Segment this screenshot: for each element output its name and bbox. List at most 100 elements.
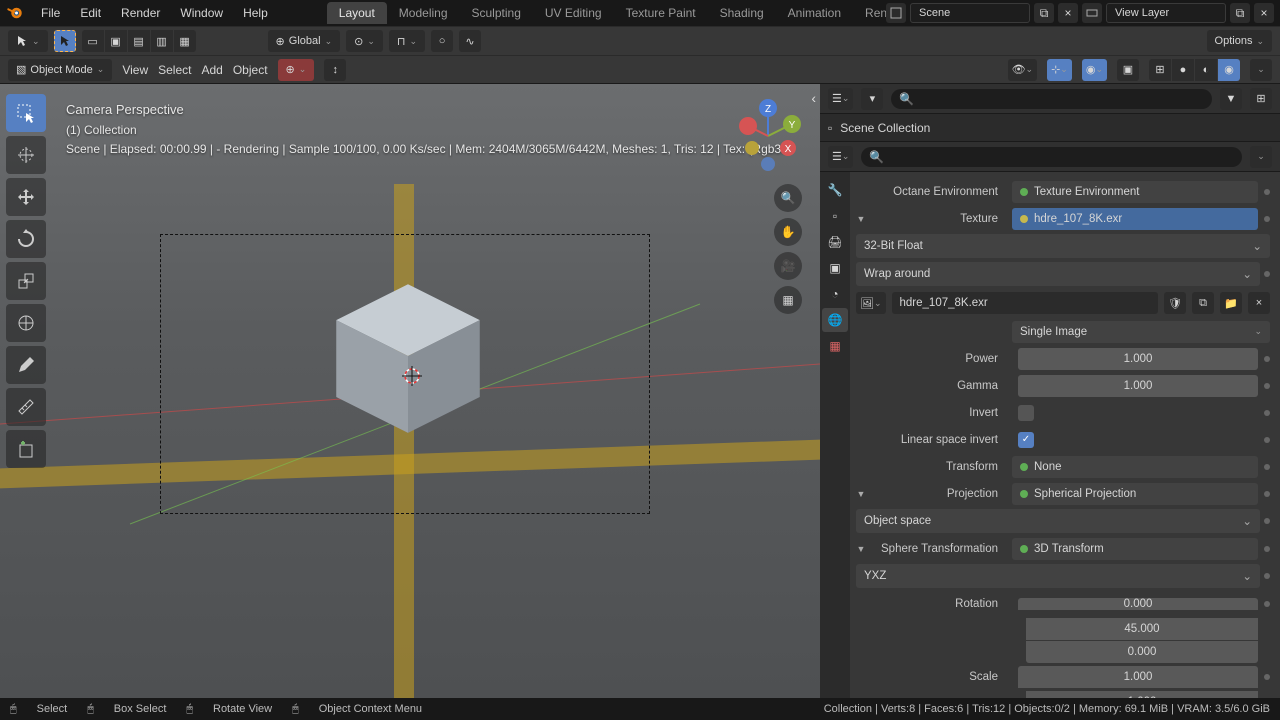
- env-value-field[interactable]: Texture Environment: [1012, 181, 1258, 203]
- pin-icon[interactable]: [1264, 491, 1270, 497]
- rotation-y-field[interactable]: 45.000: [1026, 618, 1258, 640]
- pin-icon[interactable]: [1264, 601, 1270, 607]
- pin-icon[interactable]: [1264, 674, 1270, 680]
- collapse-icon[interactable]: ▼: [856, 544, 866, 554]
- proportional-editing-icon[interactable]: ○: [431, 30, 453, 52]
- shading-options-icon[interactable]: ⌄: [1250, 59, 1272, 81]
- gamma-field[interactable]: 1.000: [1018, 375, 1258, 397]
- transform-field[interactable]: None: [1012, 456, 1258, 478]
- pin-icon[interactable]: [1264, 437, 1270, 443]
- tab-uvediting[interactable]: UV Editing: [533, 2, 614, 24]
- rotation-z-field[interactable]: 0.000: [1026, 641, 1258, 663]
- properties-editor-icon[interactable]: ☰⌄: [828, 146, 853, 168]
- menu-select[interactable]: Select: [158, 63, 191, 77]
- menu-view[interactable]: View: [122, 63, 148, 77]
- viewlayer-browse-icon[interactable]: [1082, 3, 1102, 23]
- transform-orientation-dropdown[interactable]: ⊕ Global ⌄: [268, 30, 341, 52]
- tool-rotate[interactable]: [6, 220, 46, 258]
- sphere-transform-field[interactable]: 3D Transform: [1012, 538, 1258, 560]
- image-mode-dropdown[interactable]: Single Image⌄: [1012, 321, 1270, 343]
- tab-layout[interactable]: Layout: [327, 2, 387, 24]
- scene-close-icon[interactable]: ×: [1058, 3, 1078, 23]
- image-browse-icon[interactable]: 🖼⌄: [856, 292, 886, 314]
- scene-copy-icon[interactable]: ⧉: [1034, 3, 1054, 23]
- select-mode-tweak[interactable]: [54, 30, 76, 52]
- pin-icon[interactable]: [1264, 573, 1270, 579]
- menu-help[interactable]: Help: [234, 3, 277, 23]
- outliner-tree[interactable]: ▫ Scene Collection: [820, 114, 1280, 142]
- tool-cursor[interactable]: [6, 136, 46, 174]
- linear-invert-checkbox[interactable]: ✓: [1018, 432, 1034, 448]
- viewlayer-name-field[interactable]: View Layer: [1106, 3, 1226, 23]
- ptab-tool-icon[interactable]: 🔧: [822, 178, 848, 202]
- outliner-editor-icon[interactable]: ☰⌄: [828, 88, 853, 110]
- tool-transform[interactable]: [6, 304, 46, 342]
- select-intersect-icon[interactable]: ▥: [151, 30, 173, 52]
- object-space-dropdown[interactable]: Object space: [856, 509, 1260, 533]
- projection-field[interactable]: Spherical Projection: [1012, 483, 1258, 505]
- select-box-icon[interactable]: ▭: [82, 30, 104, 52]
- menu-window[interactable]: Window: [171, 3, 232, 23]
- select-tool-dropdown[interactable]: ⌄: [8, 30, 48, 52]
- pin-icon[interactable]: [1264, 189, 1270, 195]
- menu-add[interactable]: Add: [201, 63, 222, 77]
- image-dup-icon[interactable]: ⧉: [1192, 292, 1214, 314]
- scale-x-field[interactable]: 1.000: [1018, 666, 1258, 688]
- image-unlink-icon[interactable]: ×: [1248, 292, 1270, 314]
- properties-search[interactable]: 🔍: [861, 147, 1242, 167]
- pin-icon[interactable]: [1264, 383, 1270, 389]
- snap-dropdown[interactable]: ⊓⌄: [389, 30, 425, 52]
- menu-edit[interactable]: Edit: [71, 3, 110, 23]
- tab-texturepaint[interactable]: Texture Paint: [614, 2, 708, 24]
- select-extend-icon[interactable]: ▣: [105, 30, 127, 52]
- overlays-icon[interactable]: ◉⌄: [1082, 59, 1107, 81]
- tab-shading[interactable]: Shading: [708, 2, 776, 24]
- xray-icon[interactable]: ▣: [1117, 59, 1139, 81]
- menu-file[interactable]: File: [32, 3, 69, 23]
- rotation-order-dropdown[interactable]: YXZ: [856, 564, 1260, 588]
- select-invert-icon[interactable]: ▦: [174, 30, 196, 52]
- ptab-render-icon[interactable]: ▫: [822, 204, 848, 228]
- pin-icon[interactable]: [1264, 464, 1270, 470]
- pin-icon[interactable]: [1264, 410, 1270, 416]
- pivot-dropdown[interactable]: ⊙⌄: [346, 30, 383, 52]
- tab-modeling[interactable]: Modeling: [387, 2, 460, 24]
- ptab-scene-icon[interactable]: ◔: [822, 282, 848, 306]
- viewlayer-close-icon[interactable]: ×: [1254, 3, 1274, 23]
- tab-sculpting[interactable]: Sculpting: [460, 2, 533, 24]
- zoom-icon[interactable]: 🔍: [774, 184, 802, 212]
- bitdepth-dropdown[interactable]: 32-Bit Float: [856, 234, 1270, 258]
- outliner-display-icon[interactable]: ▾: [861, 88, 883, 110]
- tool-add-cube[interactable]: [6, 430, 46, 468]
- shading-wireframe-icon[interactable]: ⊞: [1149, 59, 1171, 81]
- ptab-output-icon[interactable]: 🖨: [822, 230, 848, 254]
- pin-icon[interactable]: [1264, 271, 1270, 277]
- tool-select-box[interactable]: [6, 94, 46, 132]
- gizmo-dropdown[interactable]: ⊕⌄: [278, 59, 315, 81]
- ptab-viewlayer-icon[interactable]: ▣: [822, 256, 848, 280]
- mode-dropdown[interactable]: ▧ Object Mode ⌄: [8, 59, 112, 81]
- pin-icon[interactable]: [1264, 518, 1270, 524]
- ptab-world-icon[interactable]: 🌐: [822, 308, 848, 332]
- outliner-filter-icon[interactable]: ▼: [1220, 88, 1242, 110]
- 3d-viewport[interactable]: Camera Perspective (1) Collection Scene …: [0, 84, 820, 698]
- image-name-field[interactable]: hdre_107_8K.exr: [892, 292, 1158, 314]
- tool-move[interactable]: [6, 178, 46, 216]
- options-dropdown[interactable]: Options ⌄: [1207, 30, 1272, 52]
- proportional-falloff-icon[interactable]: ∿: [459, 30, 481, 52]
- pin-icon[interactable]: [1264, 356, 1270, 362]
- ptab-texture-icon[interactable]: ▦: [822, 334, 848, 358]
- scene-browse-icon[interactable]: [886, 3, 906, 23]
- shading-rendered-icon[interactable]: ◉: [1218, 59, 1240, 81]
- camera-view-icon[interactable]: 🎥: [774, 252, 802, 280]
- fake-user-icon[interactable]: 🛡: [1164, 292, 1186, 314]
- collapse-icon[interactable]: ▼: [856, 214, 866, 224]
- texture-value-field[interactable]: hdre_107_8K.exr: [1012, 208, 1258, 230]
- scene-name-field[interactable]: Scene: [910, 3, 1030, 23]
- perspective-icon[interactable]: ▦: [774, 286, 802, 314]
- tool-measure[interactable]: [6, 388, 46, 426]
- properties-options-icon[interactable]: ⌄: [1250, 146, 1272, 168]
- pin-icon[interactable]: [1264, 216, 1270, 222]
- gizmo-toggle-icon[interactable]: ↕: [324, 59, 346, 81]
- tool-annotate[interactable]: [6, 346, 46, 384]
